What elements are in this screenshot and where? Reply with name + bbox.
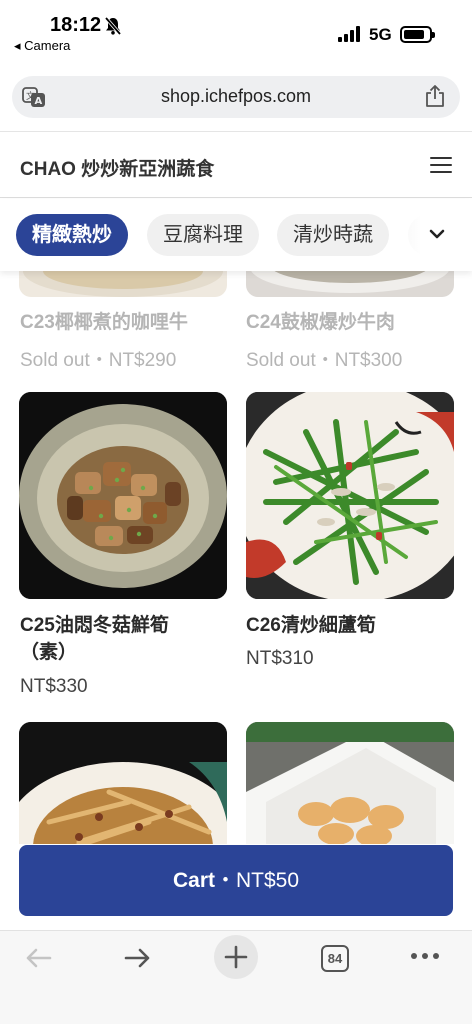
network-type: 5G [369,25,392,44]
beef-dish-image [251,271,449,293]
tab-category-1[interactable]: 精緻熱炒 [16,214,128,256]
battery-icon [400,26,435,43]
url-text[interactable]: shop.ichefpos.com [12,86,460,107]
browser-toolbar: 84 [0,930,472,1024]
share-icon[interactable] [424,84,446,108]
category-tabs: 精緻熱炒 豆腐料理 清炒時蔬 [0,199,472,271]
mushroom-bamboo-dish-image [19,392,227,599]
curry-dish-image [23,271,223,297]
item-name: C25油悶冬菇鮮筍 （素） [20,615,169,663]
item-image-c26[interactable] [246,392,454,599]
menu-grid: C23椰椰煮的咖哩牛 Sold out・NT$290 C24鼓椒爆炒牛肉 Sol… [0,271,472,844]
item-image-c24[interactable] [246,271,454,297]
arrow-right-icon[interactable] [122,943,152,973]
item-price: Sold out・NT$290 [20,350,177,371]
cart-button[interactable]: Cart・NT$50 [19,845,453,916]
item-price: Sold out・NT$300 [246,350,403,371]
more-icon[interactable] [410,951,440,961]
cart-total: NT$50 [235,869,300,892]
store-header: CHAO 炒炒新亞洲蔬食 [0,132,472,198]
cart-separator: ・ [214,869,236,892]
item-name: C24鼓椒爆炒牛肉 [246,312,395,333]
hamburger-menu-icon[interactable] [430,157,452,173]
bell-slash-icon [104,16,122,36]
chevron-down-icon[interactable] [428,225,446,243]
tab-category-2[interactable]: 豆腐料理 [147,214,259,256]
tabs-icon[interactable]: 84 [321,945,349,972]
plus-icon [224,945,248,969]
status-time: 18:12 [50,14,102,36]
item-price: NT$330 [20,676,88,697]
signal-icon [338,26,360,42]
status-bar: 18:12 ◂ Camera 5G [0,0,472,62]
asparagus-dish-image [246,392,454,599]
item-name: C26清炒細蘆筍 [246,615,376,636]
cart-label: Cart [172,869,215,892]
store-name: CHAO 炒炒新亞洲蔬食 [20,159,215,180]
item-image-c23[interactable] [19,271,227,297]
address-bar[interactable]: 文 A shop.ichefpos.com [12,76,460,118]
new-tab-button[interactable] [214,935,258,979]
fade-overlay [0,722,472,844]
item-name: C23椰椰煮的咖哩牛 [20,312,188,333]
tab-category-3[interactable]: 清炒時蔬 [277,214,389,256]
item-image-c25[interactable] [19,392,227,599]
item-price: NT$310 [246,648,314,669]
back-to-camera-link[interactable]: ◂ Camera [14,38,70,54]
arrow-left-icon[interactable] [24,943,54,973]
